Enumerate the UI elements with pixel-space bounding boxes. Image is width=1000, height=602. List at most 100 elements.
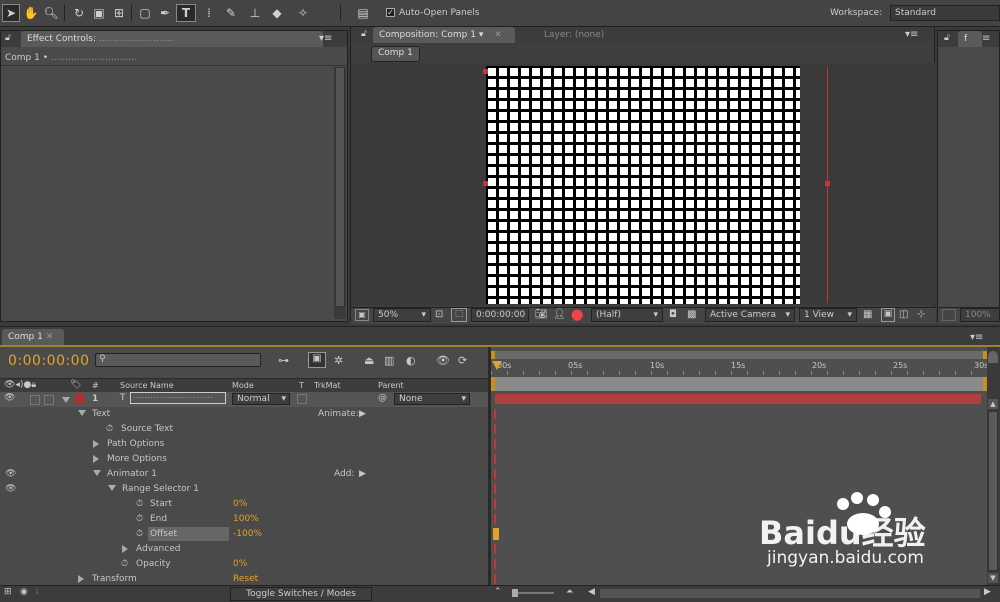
animate-arrow-icon[interactable]: ▶ — [359, 409, 366, 419]
magnification-select[interactable]: 50% ▾ — [373, 308, 431, 322]
scroll-left-icon[interactable]: ◀ — [588, 587, 595, 597]
brush-tool-icon[interactable]: ✎ — [222, 4, 240, 22]
offset-keyframe[interactable] — [493, 528, 499, 540]
preserve-transparency-checkbox[interactable] — [297, 394, 307, 404]
property-value[interactable]: 0% — [233, 559, 247, 569]
always-preview-icon[interactable]: ▣ — [355, 309, 369, 321]
frame-blending-icon[interactable]: ▥ — [384, 354, 394, 367]
panel-menu-icon[interactable]: ▾≡ — [319, 33, 332, 44]
property-row[interactable]: More Options — [0, 452, 488, 467]
rotate-tool-icon[interactable]: ↻ — [70, 4, 88, 22]
type-tool-icon[interactable]: T — [176, 4, 196, 22]
timeline-toggle-icon[interactable]: ◫ — [899, 309, 908, 320]
panel-lock-icon[interactable]: 🔓︎ — [361, 29, 367, 39]
brainstorm-icon[interactable]: 👁︎ — [436, 354, 450, 367]
transparency-grid-icon[interactable]: ▩ — [687, 309, 696, 320]
property-row-selected[interactable]: ⏱︎ Offset -100% — [0, 527, 488, 542]
time-ruler[interactable]: 00s 05s 10s 15s 20s 25s 30s — [491, 361, 988, 375]
property-row[interactable]: ⏱︎ Opacity 0% — [0, 557, 488, 572]
layer-switches-icon[interactable]: ⊞ — [4, 587, 12, 597]
keyframe-marker[interactable] — [494, 439, 496, 449]
animate-menu-label[interactable]: Animate: — [318, 409, 359, 419]
stopwatch-icon[interactable]: ⏱︎ — [106, 424, 113, 434]
show-snapshot-icon[interactable]: 👤︎ — [553, 309, 566, 320]
expand-icon[interactable] — [122, 545, 128, 553]
keyframe-marker[interactable] — [494, 424, 496, 434]
fast-preview-icon[interactable]: ▣ — [881, 308, 895, 322]
col-source-name[interactable]: Source Name — [120, 381, 174, 390]
expand-icon[interactable] — [93, 470, 101, 476]
effect-controls-scrollbar[interactable] — [334, 67, 346, 319]
keyframe-marker[interactable] — [494, 559, 496, 569]
keyframe-marker[interactable] — [494, 469, 496, 479]
panel-menu-icon[interactable]: ▾≡ — [970, 332, 983, 343]
comp-mini-flowchart-icon[interactable]: ⊶ — [278, 354, 289, 367]
col-number[interactable]: # — [92, 381, 99, 390]
comp-navigator-button[interactable]: Comp 1 — [371, 46, 420, 62]
col-mode[interactable]: Mode — [232, 381, 254, 390]
workspace-select[interactable]: Standard — [890, 5, 1000, 21]
expand-icon[interactable] — [93, 455, 99, 463]
property-row[interactable]: Text Animate: ▶ — [0, 407, 488, 422]
scroll-thumb[interactable] — [988, 411, 998, 571]
stopwatch-icon[interactable]: ⏱︎ — [136, 529, 143, 539]
selection-tool-icon[interactable]: ➤ — [2, 4, 20, 22]
camera-tool-icon[interactable]: ▣ — [90, 4, 108, 22]
resolution-select[interactable]: (Half) ▾ — [591, 308, 663, 322]
stopwatch-icon[interactable]: ⏱︎ — [136, 499, 143, 509]
eraser-tool-icon[interactable]: ◆ — [268, 4, 286, 22]
layer-name-field[interactable]: ............................ — [130, 391, 226, 404]
panel-layout-icon[interactable]: ▤ — [354, 4, 372, 22]
motion-blur-icon[interactable]: ◐ — [406, 354, 416, 367]
hand-tool-icon[interactable]: ✋ — [22, 4, 40, 22]
tab-timeline-comp[interactable]: Comp 1 ✕ — [2, 329, 64, 345]
layer-row[interactable]: 👁︎ 1 T ............................ Norm… — [0, 391, 488, 407]
timeline-search-input[interactable]: ⚲ — [95, 353, 261, 367]
layer-mode-select[interactable]: Normal ▾ — [232, 393, 290, 405]
mask-visibility-icon[interactable]: ⬚ — [451, 308, 467, 322]
zoom-in-icon[interactable]: ⏶ — [566, 587, 573, 597]
col-parent[interactable]: Parent — [378, 381, 404, 390]
expand-icon[interactable] — [78, 410, 86, 416]
title-action-safe-icon[interactable]: ⊡ — [435, 309, 443, 320]
layer-label-color[interactable] — [75, 394, 84, 403]
preview-icon[interactable] — [942, 309, 956, 321]
lock-switch[interactable] — [44, 395, 54, 405]
zoom-slider[interactable] — [512, 589, 554, 597]
live-update-icon[interactable]: ▣ — [308, 352, 326, 368]
col-trkmat[interactable]: TrkMat — [314, 381, 341, 390]
flowchart-icon[interactable]: ⊹ — [917, 309, 925, 320]
panel-lock-icon[interactable]: 🔓︎ — [5, 33, 11, 43]
expand-icon[interactable] — [78, 575, 84, 583]
stopwatch-icon[interactable]: ⏱︎ — [121, 559, 128, 569]
auto-keyframe-icon[interactable]: ⟳ — [458, 354, 467, 367]
view-layout-select[interactable]: 1 View ▾ — [799, 308, 857, 322]
toggle-pixel-aspect-icon[interactable]: ▦ — [863, 309, 872, 320]
pan-behind-tool-icon[interactable]: ⊞ — [110, 4, 128, 22]
property-row[interactable]: ⏱︎ End 100% — [0, 512, 488, 527]
add-menu-label[interactable]: Add: — [334, 469, 354, 479]
handle-left-icon[interactable] — [483, 181, 488, 186]
expand-icon[interactable] — [108, 485, 116, 491]
keyframe-marker[interactable] — [494, 409, 496, 419]
eye-icon[interactable]: 👁︎ — [5, 469, 16, 479]
handle-right-icon[interactable] — [825, 181, 830, 186]
keyframe-marker[interactable] — [494, 484, 496, 494]
tab-info[interactable]: f — [958, 31, 982, 47]
timeline-current-time[interactable]: 0:00:00:00 — [8, 353, 90, 369]
draft-3d-icon[interactable]: ✲ — [334, 354, 343, 367]
playhead-icon[interactable] — [492, 361, 502, 370]
tab-effect-controls[interactable]: Effect Controls: .......................… — [21, 31, 323, 47]
zoom-out-icon[interactable]: ⌃ — [494, 587, 502, 597]
expand-icon[interactable] — [93, 440, 99, 448]
scroll-right-icon[interactable]: ▶ — [984, 587, 991, 597]
clone-stamp-tool-icon[interactable]: ⊥ — [246, 4, 264, 22]
snapshot-icon[interactable]: 📷︎ — [535, 309, 548, 320]
keyframe-marker[interactable] — [494, 574, 496, 584]
rectangle-tool-icon[interactable]: ▢ — [136, 4, 154, 22]
panel-lock-icon[interactable]: 🔓︎ — [944, 33, 950, 43]
scroll-down-icon[interactable]: ▼ — [988, 573, 998, 583]
zoom-tool-icon[interactable]: 🔍︎ — [42, 4, 60, 22]
horizontal-scroll-track[interactable] — [600, 589, 980, 598]
keyframe-marker[interactable] — [494, 454, 496, 464]
